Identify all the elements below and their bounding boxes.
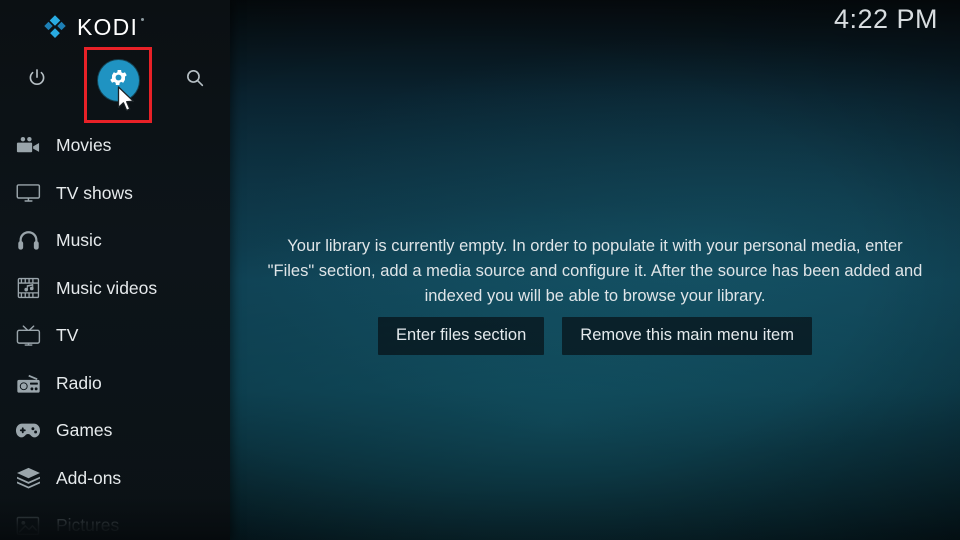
sidebar-item-label: Music videos bbox=[56, 277, 158, 298]
radio-icon bbox=[10, 370, 46, 396]
sidebar-menu: Movies TV shows Music Music videos TV Ra… bbox=[0, 122, 230, 540]
sidebar-item-radio[interactable]: Radio bbox=[0, 360, 230, 408]
search-icon bbox=[184, 67, 206, 94]
brand-name: KODI bbox=[77, 13, 145, 40]
clock: 4:22 PM bbox=[833, 4, 938, 34]
gamepad-icon bbox=[10, 418, 46, 444]
sidebar: KODI Movies TV shows Music Music videos … bbox=[0, 0, 230, 540]
sidebar-item-music-videos[interactable]: Music videos bbox=[0, 265, 230, 313]
brand: KODI bbox=[42, 12, 145, 42]
television-icon bbox=[10, 323, 46, 349]
sidebar-top-icons bbox=[0, 58, 230, 104]
monitor-icon bbox=[10, 180, 46, 206]
main-content: Your library is currently empty. In orde… bbox=[230, 0, 960, 540]
power-button[interactable] bbox=[18, 58, 56, 102]
headphones-icon bbox=[10, 228, 46, 254]
settings-button[interactable] bbox=[96, 58, 140, 102]
empty-library-actions: Enter files section Remove this main men… bbox=[230, 317, 960, 355]
sidebar-item-label: TV shows bbox=[56, 182, 133, 203]
enter-files-section-button[interactable]: Enter files section bbox=[378, 317, 545, 355]
sidebar-item-label: Movies bbox=[56, 135, 112, 155]
sidebar-item-movies[interactable]: Movies bbox=[0, 122, 230, 170]
search-button[interactable] bbox=[174, 58, 216, 102]
settings-button-circle bbox=[97, 59, 139, 101]
sidebar-item-tv-shows[interactable]: TV shows bbox=[0, 170, 230, 218]
sidebar-item-games[interactable]: Games bbox=[0, 407, 230, 455]
sidebar-item-add-ons[interactable]: Add-ons bbox=[0, 455, 230, 503]
power-icon bbox=[26, 67, 48, 94]
sidebar-item-tv[interactable]: TV bbox=[0, 312, 230, 360]
sidebar-item-label: Pictures bbox=[56, 515, 120, 535]
film-note-icon bbox=[10, 275, 46, 301]
sidebar-item-label: Music bbox=[56, 230, 102, 250]
movie-camera-icon bbox=[10, 133, 46, 159]
gear-icon bbox=[108, 67, 129, 93]
sidebar-item-label: TV bbox=[56, 325, 79, 345]
sidebar-item-label: Games bbox=[56, 420, 113, 440]
kodi-home-screen: Your library is currently empty. In orde… bbox=[0, 0, 960, 540]
empty-library-message: Your library is currently empty. In orde… bbox=[267, 237, 923, 305]
sidebar-item-label: Radio bbox=[56, 372, 102, 393]
sidebar-item-pictures[interactable]: Pictures bbox=[0, 502, 230, 540]
sidebar-item-music[interactable]: Music bbox=[0, 217, 230, 265]
kodi-logo-icon bbox=[42, 14, 68, 40]
addon-box-icon bbox=[10, 465, 46, 491]
sidebar-item-label: Add-ons bbox=[56, 467, 122, 488]
picture-icon bbox=[10, 513, 46, 539]
remove-main-menu-item-button[interactable]: Remove this main menu item bbox=[562, 317, 812, 355]
